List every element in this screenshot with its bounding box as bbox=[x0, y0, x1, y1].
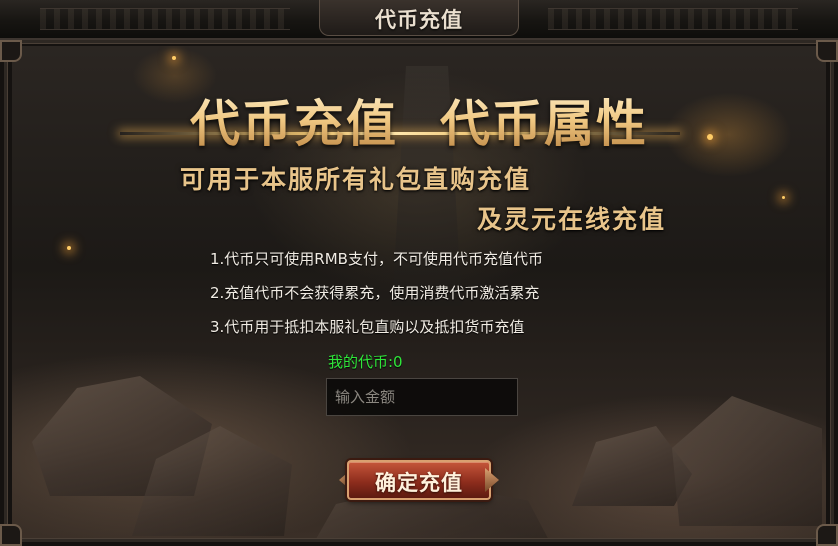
rule-item: 1.代币只可使用RMB支付，不可使用代币充值代币 bbox=[210, 250, 543, 268]
frame-corner-ornament bbox=[816, 40, 838, 62]
confirm-recharge-button[interactable]: 确定充值 bbox=[339, 456, 499, 504]
title-ornament bbox=[40, 8, 290, 30]
confirm-button-label: 确定充值 bbox=[375, 471, 463, 495]
token-balance: 我的代币:0 bbox=[328, 353, 403, 371]
headline-recharge: 代币充值 bbox=[190, 84, 398, 156]
recharge-window: 代币充值 代币充值 代币属性 可用于本服所有礼包直购充值 及灵元在线充值 1.代币… bbox=[0, 0, 838, 546]
window-title: 代币充值 bbox=[375, 8, 463, 32]
banner-subtitle-1: 可用于本服所有礼包直购充值 bbox=[180, 165, 532, 194]
amount-input[interactable] bbox=[326, 378, 518, 416]
banner-headline: 代币充值 代币属性 bbox=[0, 84, 838, 156]
banner-subtitle-2: 及灵元在线充值 bbox=[477, 205, 667, 234]
title-bar: 代币充值 bbox=[0, 0, 838, 40]
rule-item: 3.代币用于抵扣本服礼包直购以及抵扣货币充值 bbox=[210, 318, 525, 336]
rule-item: 2.充值代币不会获得累充，使用消费代币激活累充 bbox=[210, 284, 540, 302]
title-plate: 代币充值 bbox=[319, 0, 519, 36]
headline-attributes: 代币属性 bbox=[440, 84, 648, 156]
frame-corner-ornament bbox=[0, 40, 22, 62]
frame-corner-ornament bbox=[816, 524, 838, 546]
frame-corner-ornament bbox=[0, 524, 22, 546]
rules-list: 1.代币只可使用RMB支付，不可使用代币充值代币 2.充值代币不会获得累充，使用… bbox=[210, 244, 543, 346]
title-ornament bbox=[548, 8, 798, 30]
